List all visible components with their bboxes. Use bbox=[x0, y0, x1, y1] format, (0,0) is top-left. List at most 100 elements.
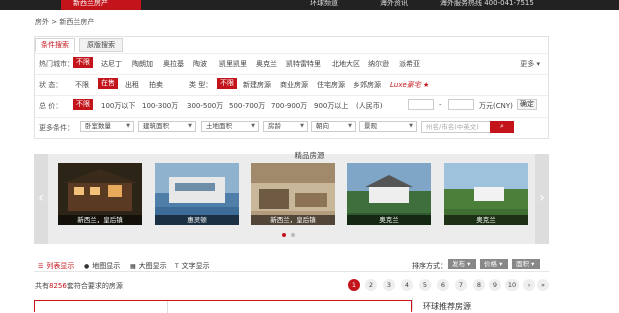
featured-card[interactable]: 新西兰，皇后镇 bbox=[58, 163, 142, 225]
type-option[interactable]: 住宅房源 bbox=[317, 80, 345, 90]
status-row: 状 态： 不限 在售 出租 拍卖 类 型： 不限 新建房源 商业房源 住宅房源 … bbox=[35, 74, 548, 92]
status-option-any[interactable]: 不限 bbox=[75, 80, 89, 90]
city-option[interactable]: 凯特雷特里 bbox=[286, 59, 321, 69]
page-button-current[interactable]: 1 bbox=[348, 279, 360, 291]
city-option[interactable]: 达尼丁 bbox=[101, 59, 122, 69]
carousel-next-button[interactable]: › bbox=[535, 154, 549, 244]
orientation-select[interactable]: 朝向 ▼ bbox=[311, 121, 356, 132]
min-price-input[interactable] bbox=[408, 99, 434, 110]
city-option[interactable]: 北地大区 bbox=[332, 59, 360, 69]
next-page-button[interactable]: › bbox=[523, 279, 535, 291]
sidebar-divider bbox=[412, 298, 413, 310]
price-option[interactable]: 300-500万 bbox=[187, 101, 223, 111]
last-page-button[interactable]: » bbox=[537, 279, 549, 291]
view-grid-button[interactable]: ▦ 大图显示 bbox=[130, 261, 167, 271]
status-option-rent[interactable]: 出租 bbox=[125, 80, 139, 90]
price-option-any[interactable]: 不限 bbox=[73, 99, 93, 110]
nav-link-news[interactable]: 海外资讯 bbox=[380, 0, 408, 7]
featured-card[interactable]: 惠灵顿 bbox=[155, 163, 239, 225]
page-button[interactable]: 7 bbox=[455, 279, 467, 291]
view-bar: ☰ 列表显示 ● 地图显示 ▦ 大图显示 T 文字显示 排序方式： 发布 ▾ 价格 ▾ … bbox=[34, 258, 549, 272]
list-icon: ☰ bbox=[38, 263, 44, 270]
view-list-button[interactable]: ☰ 列表显示 bbox=[38, 261, 74, 271]
card-caption: 奥克兰 bbox=[347, 215, 431, 225]
page-button[interactable]: 4 bbox=[401, 279, 413, 291]
bedrooms-select[interactable]: 卧室数量 ▼ bbox=[80, 121, 134, 132]
price-option[interactable]: 100-300万 bbox=[142, 101, 178, 111]
city-option[interactable]: 奥拉基 bbox=[163, 59, 184, 69]
sort-by-area-button[interactable]: 面积 ▾ bbox=[512, 259, 540, 269]
listing-card[interactable] bbox=[34, 300, 412, 313]
tab-original-search[interactable]: 原版搜索 bbox=[79, 38, 123, 52]
top-nav-bar: 新西兰房产 环球频道 海外资讯 海外服务热线 400-041-7515 bbox=[0, 0, 619, 10]
price-label: 总 价： bbox=[39, 102, 63, 110]
grid-icon: ▦ bbox=[130, 263, 136, 270]
view-select[interactable]: 景观 ▼ bbox=[359, 121, 417, 132]
search-input[interactable]: 州名/市名(中英文) bbox=[421, 121, 491, 133]
page-button[interactable]: 5 bbox=[419, 279, 431, 291]
status-option-for-sale[interactable]: 在售 bbox=[98, 78, 118, 89]
nav-link-global[interactable]: 环球频道 bbox=[310, 0, 338, 7]
carousel-dot[interactable] bbox=[291, 233, 295, 237]
more-cities-link[interactable]: 更多 ▾ bbox=[520, 59, 540, 69]
sort-label: 排序方式： bbox=[412, 262, 447, 270]
status-label: 状 态： bbox=[39, 81, 63, 89]
view-text-button[interactable]: T 文字显示 bbox=[175, 261, 210, 271]
hot-cities-label: 热门城市： bbox=[39, 60, 74, 68]
page-button[interactable]: 8 bbox=[473, 279, 485, 291]
max-price-input[interactable] bbox=[448, 99, 474, 110]
type-label: 类 型： bbox=[189, 81, 213, 89]
page-button[interactable]: 3 bbox=[383, 279, 395, 291]
price-confirm-button[interactable]: 确定 bbox=[517, 99, 537, 110]
city-option[interactable]: 陶朗加 bbox=[132, 59, 153, 69]
card-caption: 惠灵顿 bbox=[155, 215, 239, 225]
land-area-select[interactable]: 土地面积 ▼ bbox=[201, 121, 259, 132]
city-option-any[interactable]: 不限 bbox=[73, 57, 93, 68]
price-option[interactable]: 900万以上 bbox=[314, 101, 348, 111]
house-age-select[interactable]: 房龄 ▼ bbox=[263, 121, 308, 132]
price-range-dash: - bbox=[439, 101, 442, 109]
page-button[interactable]: 9 bbox=[489, 279, 501, 291]
text-icon: T bbox=[175, 263, 179, 270]
type-option[interactable]: 乡郊房源 bbox=[353, 80, 381, 90]
page-button[interactable]: 2 bbox=[365, 279, 377, 291]
more-conditions-row: 更多条件： 卧室数量 ▼ 建筑面积 ▼ 土地面积 ▼ 房龄 ▼ 朝向 ▼ 景观 ▼ 州名/市… bbox=[35, 117, 548, 135]
more-conditions-label: 更多条件： bbox=[39, 124, 74, 132]
type-option[interactable]: 新建房源 bbox=[243, 80, 271, 90]
featured-card[interactable]: 奥克兰 bbox=[347, 163, 431, 225]
card-caption: 新西兰，皇后镇 bbox=[58, 215, 142, 225]
price-option[interactable]: 700-900万 bbox=[271, 101, 307, 111]
city-option[interactable]: 陶波 bbox=[193, 59, 207, 69]
map-pin-icon: ● bbox=[84, 263, 90, 270]
city-option[interactable]: 凯里凯里 bbox=[219, 59, 247, 69]
city-option[interactable]: 纳尔逊 bbox=[368, 59, 389, 69]
status-option-auction[interactable]: 拍卖 bbox=[149, 80, 163, 90]
chevron-down-icon: ▼ bbox=[126, 123, 130, 129]
chevron-left-icon: ‹ bbox=[38, 190, 44, 206]
nav-item-nz-property[interactable]: 新西兰房产 bbox=[61, 0, 141, 10]
page-button[interactable]: 6 bbox=[437, 279, 449, 291]
city-option[interactable]: 派希亚 bbox=[399, 59, 420, 69]
carousel-prev-button[interactable]: ‹ bbox=[34, 154, 48, 244]
page-button[interactable]: 10 bbox=[505, 279, 519, 291]
view-map-button[interactable]: ● 地图显示 bbox=[84, 261, 120, 271]
search-button[interactable]: ⌕ bbox=[490, 121, 514, 133]
type-option-any[interactable]: 不限 bbox=[217, 78, 237, 89]
type-option[interactable]: 商业房源 bbox=[280, 80, 308, 90]
sort-by-price-button[interactable]: 价格 ▾ bbox=[480, 259, 508, 269]
result-count: 共有8256套符合要求的房源 bbox=[35, 282, 123, 290]
price-option[interactable]: 100万以下 bbox=[101, 101, 135, 111]
featured-card[interactable]: 新西兰，皇后镇 bbox=[251, 163, 335, 225]
chevron-down-icon: ▼ bbox=[409, 123, 413, 129]
tab-condition-search[interactable]: 条件搜索 bbox=[35, 38, 75, 52]
hot-cities-row: 热门城市： 不限 达尼丁 陶朗加 奥拉基 陶波 凯里凯里 奥克兰 凯特雷特里 北… bbox=[35, 53, 548, 71]
luxe-option[interactable]: Luxe豪宅 ★ bbox=[390, 80, 429, 90]
nav-link-hotline[interactable]: 海外服务热线 400-041-7515 bbox=[440, 0, 534, 7]
featured-card[interactable]: 奥克兰 bbox=[444, 163, 528, 225]
city-option[interactable]: 奥克兰 bbox=[256, 59, 277, 69]
carousel-dot-active[interactable] bbox=[282, 233, 286, 237]
sort-by-date-button[interactable]: 发布 ▾ bbox=[448, 259, 476, 269]
price-option[interactable]: 500-700万 bbox=[229, 101, 265, 111]
building-area-select[interactable]: 建筑面积 ▼ bbox=[138, 121, 196, 132]
chevron-right-icon: › bbox=[539, 190, 545, 206]
